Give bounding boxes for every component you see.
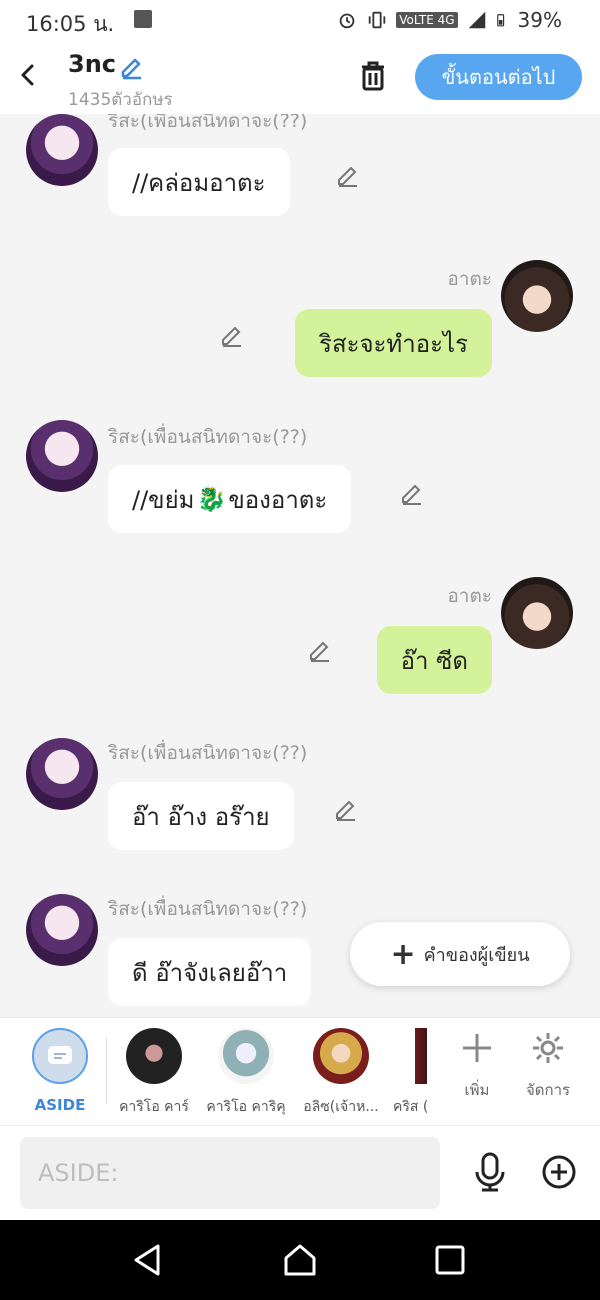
message-bubble[interactable]: //คล่อมอาตะ bbox=[108, 148, 290, 216]
message-text: //คล่อมอาตะ bbox=[132, 168, 266, 197]
network-label: VoLTE 4G bbox=[396, 12, 458, 28]
divider bbox=[106, 1038, 107, 1104]
add-label: เพิ่ม bbox=[464, 1081, 490, 1099]
signal-icon bbox=[468, 11, 485, 29]
dragon-emoji: 🐉 bbox=[196, 485, 227, 513]
character-item[interactable]: คาริโอ คาริคุ bbox=[201, 1028, 291, 1118]
message-sender-name: อาตะ bbox=[447, 585, 492, 607]
gear-icon bbox=[533, 1033, 563, 1063]
manage-label: จัดการ bbox=[525, 1081, 571, 1099]
battery-icon bbox=[496, 14, 504, 27]
message-input[interactable] bbox=[20, 1137, 440, 1209]
character-name: คริส (... bbox=[393, 1099, 427, 1115]
vibrate-icon bbox=[368, 11, 386, 29]
message-text: อ๊า ซีด bbox=[400, 646, 468, 675]
plus-icon: + bbox=[390, 936, 416, 972]
edit-title-icon[interactable] bbox=[118, 52, 146, 80]
avatar bbox=[313, 1028, 369, 1084]
next-step-button[interactable]: ขั้นตอนต่อไป bbox=[415, 54, 582, 100]
avatar[interactable] bbox=[501, 577, 573, 649]
add-circle-icon[interactable] bbox=[541, 1154, 577, 1190]
avatar bbox=[126, 1028, 182, 1084]
avatar[interactable] bbox=[26, 114, 98, 186]
author-note-button[interactable]: + คำของผู้เขียน bbox=[350, 922, 570, 986]
battery-percent: 39% bbox=[517, 8, 562, 32]
aside-label: ASIDE bbox=[34, 1096, 86, 1114]
add-character-button[interactable]: เพิ่ม bbox=[447, 1030, 507, 1102]
image-notification-icon bbox=[134, 10, 152, 28]
aside-icon bbox=[32, 1028, 88, 1084]
edit-message-icon[interactable] bbox=[334, 160, 362, 188]
aside-selector[interactable]: ASIDE bbox=[15, 1028, 105, 1114]
status-time: 16:05 น. bbox=[26, 12, 115, 36]
avatar bbox=[415, 1028, 427, 1084]
edit-message-icon[interactable] bbox=[306, 635, 334, 663]
message-bubble[interactable]: //ขย่ม 🐉 ของอาตะ bbox=[108, 465, 352, 533]
back-arrow-icon[interactable] bbox=[14, 60, 42, 90]
message-bubble[interactable]: ดี อ๊าจังเลยอ๊าา bbox=[108, 938, 312, 1006]
status-bar: 16:05 น. VoLTE 4G 39% bbox=[0, 0, 600, 42]
message-text: ดี อ๊าจังเลยอ๊าา bbox=[132, 958, 288, 987]
character-item[interactable]: คาริโอ คาร์ bbox=[109, 1028, 199, 1118]
chat-message: อาตะ อ๊า ซีด bbox=[0, 575, 600, 705]
character-bar: ASIDE คาริโอ คาร์ คาริโอ คาริคุ อลิซ(เจ้… bbox=[0, 1017, 600, 1126]
manage-characters-button[interactable]: จัดการ bbox=[518, 1030, 578, 1102]
message-bubble[interactable]: อ๊า อ๊าง อร๊าย bbox=[108, 782, 294, 850]
message-text-continued: ของอาตะ bbox=[228, 485, 328, 514]
avatar[interactable] bbox=[26, 894, 98, 966]
chat-message: อาตะ ริสะจะทำอะไร bbox=[0, 258, 600, 388]
message-bubble[interactable]: อ๊า ซีด bbox=[376, 626, 492, 694]
message-sender-name: ริสะ(เพื่อนสนิทดาจะ(??) bbox=[108, 898, 308, 920]
chat-message: ริสะ(เพื่อนสนิทดาจะ(??) //ขย่ม 🐉 ของอาตะ bbox=[0, 416, 600, 546]
edit-message-icon[interactable] bbox=[218, 320, 246, 348]
message-sender-name: ริสะ(เพื่อนสนิทดาจะ(??) bbox=[108, 426, 308, 448]
chat-message: ริสะ(เพื่อนสนิทดาจะ(??) อ๊า อ๊าง อร๊าย bbox=[0, 734, 600, 864]
character-name: คาริโอ คาร์ bbox=[119, 1099, 189, 1115]
message-sender-name: อาตะ bbox=[447, 268, 492, 290]
character-name: อลิซ(เจ้าห... bbox=[303, 1099, 379, 1115]
character-item[interactable]: คริส (... bbox=[381, 1028, 427, 1118]
message-sender-name: ริสะ(เพื่อนสนิทดาจะ(??) bbox=[108, 114, 308, 132]
status-icons: VoLTE 4G 39% bbox=[336, 8, 562, 32]
message-text: ริสะจะทำอะไร bbox=[319, 329, 468, 358]
edit-message-icon[interactable] bbox=[332, 794, 360, 822]
microphone-icon[interactable] bbox=[472, 1152, 508, 1192]
message-bubble[interactable]: ริสะจะทำอะไร bbox=[295, 309, 492, 377]
header: 3nc 1435ตัวอักษร ขั้นตอนต่อไป bbox=[0, 42, 600, 114]
avatar bbox=[218, 1028, 274, 1084]
character-item[interactable]: อลิซ(เจ้าห... bbox=[296, 1028, 386, 1118]
alarm-icon bbox=[339, 13, 355, 29]
message-text: //ขย่ม bbox=[132, 485, 195, 514]
nav-home-icon[interactable] bbox=[280, 1240, 320, 1280]
chat-message: ริสะ(เพื่อนสนิทดาจะ(??) //คล่อมอาตะ bbox=[0, 114, 600, 226]
author-note-label: คำของผู้เขียน bbox=[423, 944, 530, 966]
avatar[interactable] bbox=[501, 260, 573, 332]
nav-back-icon[interactable] bbox=[128, 1240, 168, 1280]
edit-message-icon[interactable] bbox=[398, 478, 426, 506]
character-name: คาริโอ คาริคุ bbox=[206, 1099, 286, 1115]
message-text: อ๊า อ๊าง อร๊าย bbox=[132, 802, 270, 831]
chat-area[interactable]: ริสะ(เพื่อนสนิทดาจะ(??) //คล่อมอาตะ อาตะ… bbox=[0, 114, 600, 1017]
nav-recents-icon[interactable] bbox=[430, 1240, 470, 1280]
story-title: 3nc bbox=[68, 50, 117, 78]
character-count: 1435ตัวอักษร bbox=[68, 90, 173, 110]
avatar[interactable] bbox=[26, 420, 98, 492]
input-bar bbox=[0, 1125, 600, 1221]
message-sender-name: ริสะ(เพื่อนสนิทดาจะ(??) bbox=[108, 742, 308, 764]
trash-icon[interactable] bbox=[356, 58, 390, 94]
avatar[interactable] bbox=[26, 738, 98, 810]
navigation-bar bbox=[0, 1220, 600, 1300]
plus-icon bbox=[463, 1034, 491, 1062]
